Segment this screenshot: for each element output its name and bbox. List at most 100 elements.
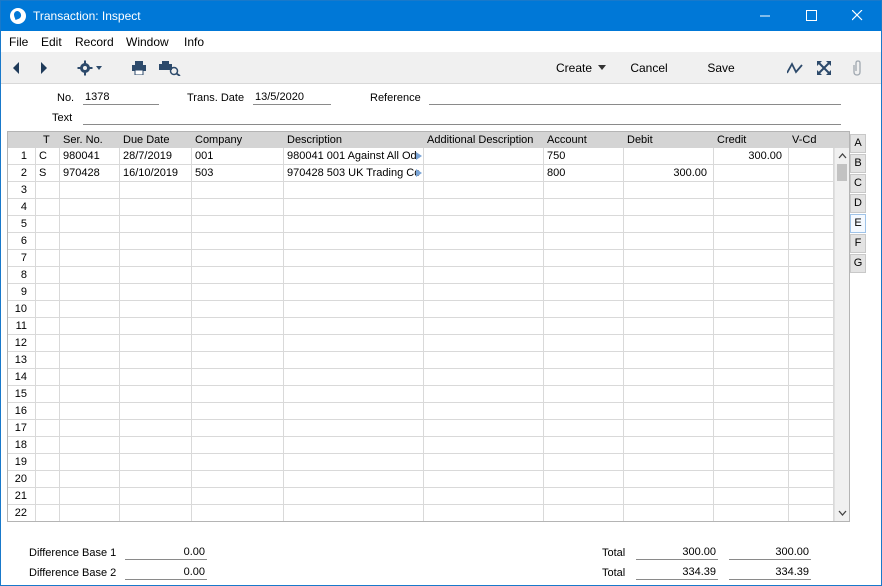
description-cell[interactable] [284,318,424,334]
additional-description-cell[interactable] [424,250,544,266]
due-date-cell[interactable] [120,403,192,419]
account-cell[interactable] [544,505,624,521]
additional-description-cell[interactable] [424,284,544,300]
tab-f[interactable]: F [850,234,866,253]
table-row[interactable]: 6 [8,233,834,250]
company-cell[interactable] [192,471,284,487]
ser-no-cell[interactable] [60,182,120,198]
account-cell[interactable] [544,233,624,249]
description-cell[interactable] [284,471,424,487]
debit-cell[interactable] [624,420,714,436]
debit-cell[interactable] [624,386,714,402]
due-date-cell[interactable] [120,471,192,487]
additional-description-cell[interactable] [424,216,544,232]
table-row[interactable]: 3 [8,182,834,199]
description-cell[interactable] [284,335,424,351]
table-row[interactable]: 1 C 980041 28/7/2019 001 980041 001 Against A… [8,148,834,165]
credit-cell[interactable] [714,352,789,368]
company-cell[interactable] [192,505,284,521]
company-cell[interactable] [192,216,284,232]
debit-cell[interactable] [624,267,714,283]
additional-description-cell[interactable] [424,488,544,504]
v-cd-cell[interactable] [789,318,834,334]
type-cell[interactable] [36,301,60,317]
ser-no-cell[interactable] [60,437,120,453]
credit-cell[interactable] [714,335,789,351]
account-cell[interactable]: 800 [544,165,624,181]
due-date-cell[interactable] [120,420,192,436]
additional-description-cell[interactable] [424,505,544,521]
company-cell[interactable] [192,318,284,334]
company-cell[interactable] [192,284,284,300]
v-cd-cell[interactable] [789,386,834,402]
credit-cell[interactable] [714,267,789,283]
ser-no-cell[interactable] [60,369,120,385]
debit-cell[interactable] [624,437,714,453]
ser-no-cell[interactable] [60,335,120,351]
menu-record[interactable]: Record [75,35,114,49]
type-cell[interactable] [36,403,60,419]
table-row[interactable]: 17 [8,420,834,437]
credit-cell[interactable] [714,199,789,215]
company-cell[interactable] [192,267,284,283]
credit-cell[interactable] [714,454,789,470]
description-cell[interactable] [284,505,424,521]
credit-cell[interactable] [714,250,789,266]
credit-cell[interactable] [714,437,789,453]
ser-no-cell[interactable] [60,318,120,334]
next-record-button[interactable] [35,52,53,84]
account-cell[interactable] [544,471,624,487]
create-menu-button[interactable]: Create [553,52,611,84]
tab-b[interactable]: B [850,154,866,173]
v-cd-cell[interactable] [789,505,834,521]
tab-e[interactable]: E [850,214,866,233]
additional-description-cell[interactable] [424,352,544,368]
due-date-cell[interactable]: 16/10/2019 [120,165,192,181]
company-cell[interactable] [192,182,284,198]
table-row[interactable]: 2 S 970428 16/10/2019 503 970428 503 UK Tradi… [8,165,834,182]
due-date-cell[interactable]: 28/7/2019 [120,148,192,164]
description-cell[interactable] [284,488,424,504]
due-date-cell[interactable] [120,488,192,504]
debit-cell[interactable] [624,471,714,487]
company-cell[interactable] [192,403,284,419]
company-cell[interactable] [192,454,284,470]
account-cell[interactable] [544,488,624,504]
debit-cell[interactable] [624,233,714,249]
due-date-cell[interactable] [120,352,192,368]
company-cell[interactable] [192,233,284,249]
account-cell[interactable] [544,352,624,368]
debit-cell[interactable] [624,352,714,368]
paste-arrow-icon[interactable] [416,152,422,160]
due-date-cell[interactable] [120,199,192,215]
table-row[interactable]: 20 [8,471,834,488]
v-cd-cell[interactable] [789,182,834,198]
company-cell[interactable] [192,352,284,368]
operations-menu-button[interactable] [73,52,107,84]
v-cd-cell[interactable] [789,335,834,351]
debit-cell[interactable] [624,505,714,521]
type-cell[interactable] [36,284,60,300]
type-cell[interactable] [36,369,60,385]
account-cell[interactable] [544,267,624,283]
menu-window[interactable]: Window [126,35,169,49]
v-cd-cell[interactable] [789,420,834,436]
account-cell[interactable] [544,284,624,300]
account-cell[interactable] [544,182,624,198]
ser-no-cell[interactable] [60,505,120,521]
description-cell[interactable] [284,403,424,419]
company-cell[interactable]: 503 [192,165,284,181]
ser-no-cell[interactable] [60,284,120,300]
additional-description-cell[interactable] [424,420,544,436]
additional-description-cell[interactable] [424,471,544,487]
ser-no-cell[interactable] [60,403,120,419]
additional-description-cell[interactable] [424,182,544,198]
tab-g[interactable]: G [850,254,866,273]
credit-cell[interactable] [714,369,789,385]
credit-cell[interactable] [714,301,789,317]
account-cell[interactable] [544,454,624,470]
type-cell[interactable] [36,505,60,521]
cancel-button[interactable]: Cancel [625,52,673,84]
no-field[interactable]: 1378 [83,91,159,105]
type-cell[interactable] [36,471,60,487]
